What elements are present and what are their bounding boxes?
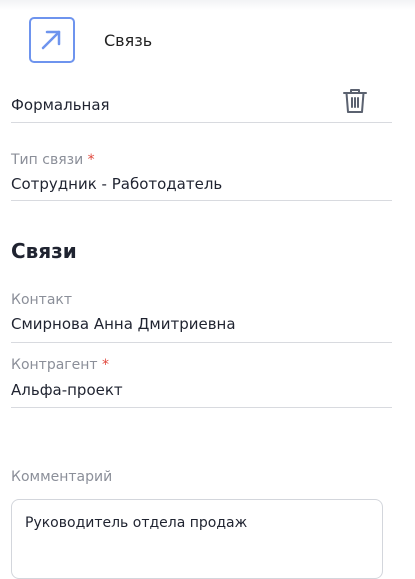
counterparty-value[interactable]: Альфа-проект [11,381,123,399]
contact-value[interactable]: Смирнова Анна Дмитриевна [11,315,236,333]
comment-label: Комментарий [11,469,113,485]
comment-textarea[interactable]: Руководитель отдела продаж [11,499,383,579]
link-type-value[interactable]: Сотрудник - Работодатель [11,175,222,193]
divider [11,407,392,408]
header-bar: Связь [0,0,415,74]
trash-icon[interactable] [341,86,369,116]
contact-label: Контакт [11,292,73,308]
link-type-label: Тип связи * [11,152,95,168]
divider [11,122,392,123]
comment-text: Руководитель отдела продаж [25,515,248,531]
divider [11,200,392,201]
section-title: Связи [11,239,77,263]
relation-kind-value[interactable]: Формальная [11,96,110,114]
divider [11,342,392,343]
arrow-up-right-icon[interactable] [29,17,75,63]
counterparty-label: Контрагент * [11,357,110,373]
page-title: Связь [104,31,153,50]
